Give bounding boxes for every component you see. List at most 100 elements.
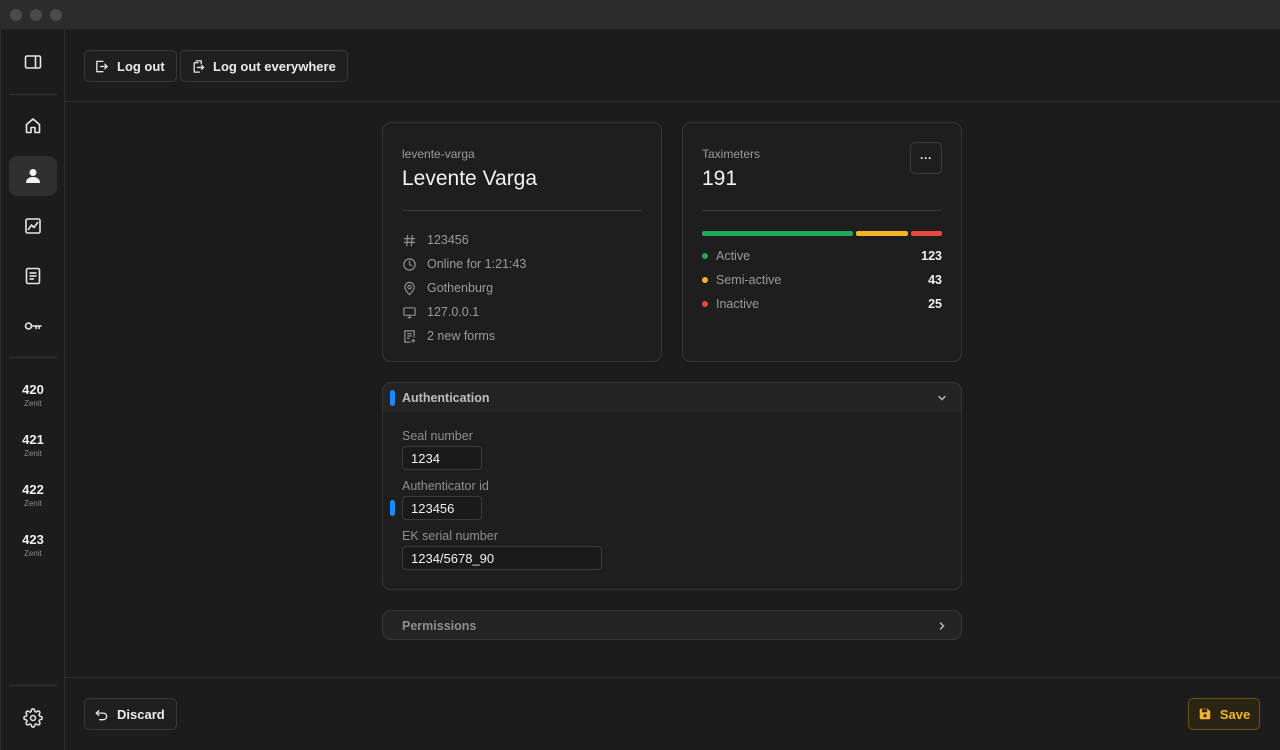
top-bar: Log out Log out everywhere — [65, 30, 1280, 102]
device-number: 421 — [22, 432, 44, 447]
device-number: 422 — [22, 482, 44, 497]
authentication-section: Authentication Seal number Authenticator… — [382, 382, 962, 590]
logout-everywhere-button[interactable]: Log out everywhere — [180, 50, 348, 82]
device-name: Zenit — [24, 549, 42, 558]
device-number: 423 — [22, 532, 44, 547]
authentication-header[interactable]: Authentication — [383, 383, 961, 412]
permissions-title: Permissions — [402, 619, 477, 633]
sidebar-panel-icon — [24, 55, 42, 69]
device-number: 420 — [22, 382, 44, 397]
sidebar-item-analytics[interactable] — [9, 206, 57, 246]
active-dot-icon — [702, 253, 708, 259]
profile-forms-row: 2 new forms — [402, 327, 495, 345]
legend-row-semi-active: Semi-active 43 — [702, 271, 942, 289]
location-pin-icon — [404, 281, 415, 295]
authentication-title: Authentication — [402, 391, 490, 405]
profile-ip: 127.0.0.1 — [427, 305, 480, 319]
document-icon — [25, 267, 41, 285]
profile-username: levente-varga — [402, 147, 475, 161]
key-icon — [24, 322, 42, 330]
sidebar-device-420[interactable]: 420 Zenit — [9, 378, 57, 418]
legend-value: 43 — [928, 273, 942, 287]
taximeters-divider — [702, 210, 942, 211]
profile-divider — [402, 210, 642, 211]
taximeters-card: Taximeters 191 ··· Active 123 Semi-activ… — [682, 122, 962, 362]
seal-number-input[interactable] — [402, 446, 482, 470]
ek-serial-number-input[interactable] — [402, 546, 602, 570]
sidebar-device-423[interactable]: 423 Zenit — [9, 528, 57, 568]
home-icon — [25, 118, 41, 134]
taximeters-more-button[interactable]: ··· — [910, 142, 942, 174]
sidebar-item-keys[interactable] — [9, 306, 57, 346]
profile-ip-row: 127.0.0.1 — [402, 303, 479, 321]
taximeters-title: Taximeters — [702, 147, 761, 161]
device-name: Zenit — [24, 399, 42, 408]
profile-card: levente-varga Levente Varga 123456 Onlin… — [382, 122, 662, 362]
field-marker — [390, 500, 395, 516]
save-icon — [1199, 708, 1211, 720]
save-button[interactable]: Save — [1188, 698, 1260, 730]
more-icon: ··· — [920, 151, 932, 165]
permissions-section[interactable]: Permissions — [382, 610, 962, 640]
undo-icon — [95, 709, 108, 720]
sidebar-device-421[interactable]: 421 Zenit — [9, 428, 57, 468]
profile-online-row: Online for 1:21:43 — [402, 255, 526, 273]
ek-serial-number-label: EK serial number — [402, 529, 498, 543]
taximeters-total: 191 — [702, 167, 738, 190]
minimize-window-button[interactable] — [30, 9, 42, 21]
user-icon — [26, 169, 40, 183]
profile-location-row: Gothenburg — [402, 279, 493, 297]
status-bar-inactive-segment — [911, 231, 942, 236]
app-window: 420 Zenit 421 Zenit 422 Zenit 423 Zenit … — [0, 0, 1280, 750]
chevron-down-icon — [938, 395, 946, 401]
monitor-icon — [403, 306, 416, 318]
title-bar — [0, 0, 1280, 30]
discard-label: Discard — [117, 706, 165, 722]
settings-button[interactable] — [9, 698, 57, 738]
status-bar-active-segment — [702, 231, 853, 236]
device-name: Zenit — [24, 499, 42, 508]
discard-button[interactable]: Discard — [84, 698, 177, 730]
sidebar-item-documents[interactable] — [9, 256, 57, 296]
logout-label: Log out — [117, 58, 165, 74]
sidebar-divider — [9, 357, 57, 358]
sidebar-item-home[interactable] — [9, 106, 57, 146]
profile-location: Gothenburg — [427, 281, 494, 295]
authenticator-id-input[interactable] — [402, 496, 482, 520]
status-bar-semi-active-segment — [855, 231, 909, 236]
sidebar-item-users[interactable] — [9, 156, 57, 196]
authenticator-id-label: Authenticator id — [402, 479, 489, 493]
logout-everywhere-icon — [193, 59, 205, 73]
profile-full-name: Levente Varga — [402, 167, 538, 190]
sidebar: 420 Zenit 421 Zenit 422 Zenit 423 Zenit — [0, 30, 65, 750]
device-name: Zenit — [24, 449, 42, 458]
form-add-icon — [404, 329, 416, 343]
sidebar-divider — [9, 685, 57, 686]
profile-online: Online for 1:21:43 — [427, 257, 527, 271]
profile-id: 123456 — [427, 233, 469, 247]
chart-icon — [25, 218, 41, 234]
legend-value: 123 — [921, 249, 942, 263]
profile-id-row: 123456 — [402, 231, 469, 249]
active-section-marker — [390, 390, 395, 406]
legend-label: Inactive — [716, 297, 760, 311]
logout-button[interactable]: Log out — [84, 50, 177, 82]
clock-icon — [403, 257, 416, 271]
close-window-button[interactable] — [10, 9, 22, 21]
semi-active-dot-icon — [702, 277, 708, 283]
seal-number-label: Seal number — [402, 429, 473, 443]
sidebar-device-422[interactable]: 422 Zenit — [9, 478, 57, 518]
profile-forms: 2 new forms — [427, 329, 496, 343]
maximize-window-button[interactable] — [50, 9, 62, 21]
legend-value: 25 — [928, 297, 942, 311]
save-label: Save — [1219, 706, 1251, 722]
hash-icon — [403, 234, 416, 246]
taximeters-status-bar — [702, 231, 942, 236]
legend-label: Semi-active — [716, 273, 782, 287]
logout-everywhere-label: Log out everywhere — [213, 58, 336, 74]
footer-divider — [65, 677, 1280, 678]
sidebar-divider — [9, 94, 57, 95]
toggle-sidebar-button[interactable] — [9, 42, 57, 82]
legend-label: Active — [716, 249, 751, 263]
legend-row-active: Active 123 — [702, 247, 942, 265]
